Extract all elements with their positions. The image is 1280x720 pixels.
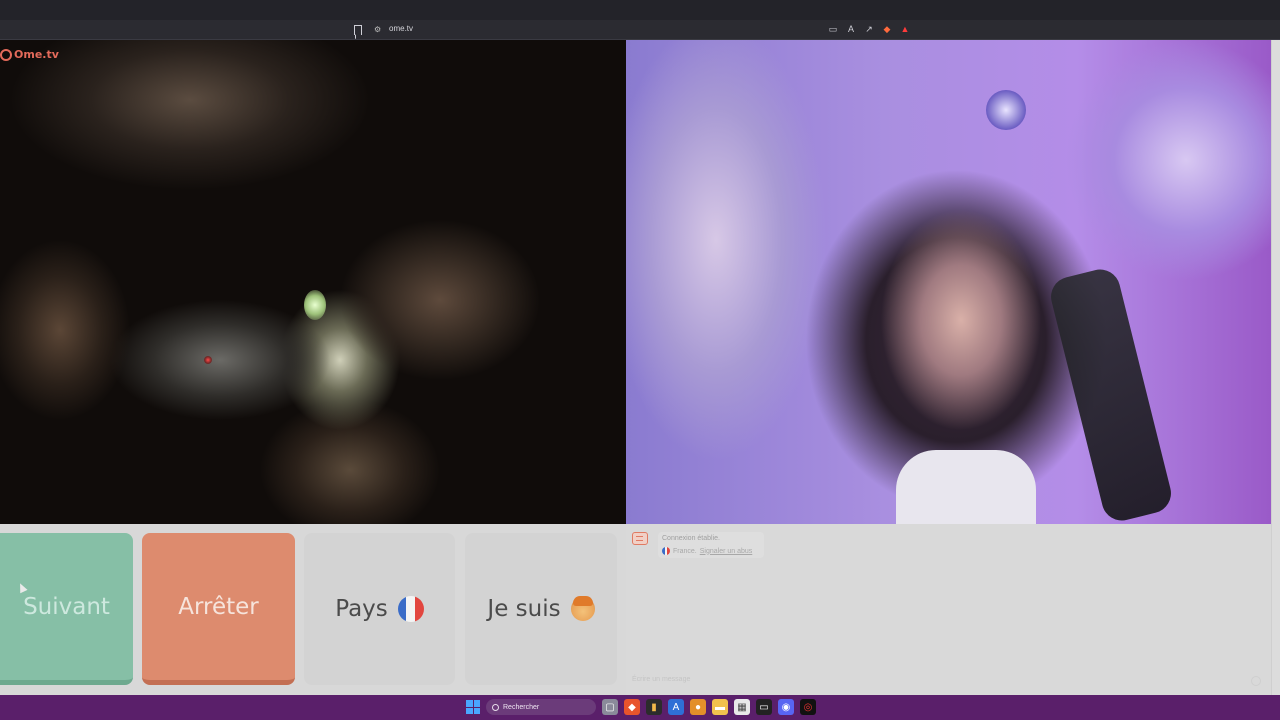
share-icon[interactable]: ↗ [864, 24, 874, 34]
logo-icon [0, 48, 12, 61]
next-button-label: Suivant [23, 593, 110, 620]
bookmark-icon[interactable] [354, 25, 362, 35]
app-icon[interactable]: ● [690, 699, 706, 715]
address-bar-actions: ▭ A ↗ ◆ ▲ [828, 24, 910, 34]
country-button[interactable]: Pays [304, 533, 455, 685]
search-icon [492, 703, 499, 711]
gender-button-label: Je suis [487, 596, 561, 622]
partner-country: France. [673, 547, 697, 555]
stop-button[interactable]: Arrêter [142, 533, 295, 685]
remote-video-light [304, 290, 326, 320]
country-button-label: Pays [335, 596, 388, 622]
system-message: Connexion établie. France. Signaler un a… [658, 532, 764, 558]
gender-button[interactable]: Je suis [465, 533, 617, 685]
windows-taskbar: Rechercher ▢ ◆ ▮ A ● ▬ ▦ ▭ ◉ ◎ [0, 695, 1280, 720]
report-abuse-link[interactable]: Signaler un abus [700, 548, 753, 555]
brave-shield-icon[interactable]: ◆ [882, 24, 892, 34]
taskbar-search[interactable]: Rechercher [486, 699, 596, 715]
next-button[interactable]: Suivant [0, 533, 133, 685]
stop-button-label: Arrêter [178, 593, 259, 620]
taskbar-search-text: Rechercher [503, 703, 540, 711]
user-avatar-icon [570, 596, 595, 621]
file-explorer-icon[interactable]: ▬ [712, 699, 728, 715]
remote-video-red-light [204, 356, 212, 364]
windows-icon[interactable] [466, 700, 480, 714]
taskbar-apps: Rechercher ▢ ◆ ▮ A ● ▬ ▦ ▭ ◉ ◎ [466, 699, 816, 715]
logo-text: Ome.tv [14, 48, 59, 61]
terminal-icon[interactable]: ▭ [756, 699, 772, 715]
browser-titlebar [0, 0, 1280, 20]
ome-tv-page: Ome.tv Suivant Arrêter Pays Je suis Conn… [0, 40, 1280, 695]
browser-address-bar[interactable]: ⚙ ome.tv ▭ A ↗ ◆ ▲ [0, 20, 1280, 40]
brave-browser-icon[interactable]: ◆ [624, 699, 640, 715]
person-shirt [896, 450, 1036, 524]
discord-icon[interactable]: ◉ [778, 699, 794, 715]
control-panel: Suivant Arrêter Pays Je suis [0, 524, 626, 695]
france-flag-icon [397, 596, 424, 622]
microphone-arm [1046, 265, 1176, 525]
send-icon[interactable] [1251, 676, 1261, 686]
obs-icon[interactable]: ◎ [800, 699, 816, 715]
notification-icon[interactable]: ▲ [900, 24, 910, 34]
local-webcam-video [626, 40, 1271, 525]
calendar-icon[interactable]: ▦ [734, 699, 750, 715]
url-text[interactable]: ome.tv [389, 24, 413, 33]
page-scrollbar[interactable] [1271, 40, 1280, 695]
france-flag-icon [662, 547, 670, 555]
site-settings-icon[interactable]: ⚙ [374, 26, 382, 34]
remote-video: Ome.tv [0, 40, 626, 524]
screen-cast-icon[interactable]: ▭ [828, 24, 838, 34]
lamp-glow [986, 90, 1026, 130]
ome-tv-logo[interactable]: Ome.tv [0, 48, 59, 61]
store-app-icon[interactable]: A [668, 699, 684, 715]
task-view-icon[interactable]: ▢ [602, 699, 618, 715]
partner-country-row: France. Signaler un abus [662, 547, 760, 555]
translate-icon[interactable]: A [846, 24, 856, 34]
connection-status: Connexion établie. [662, 535, 720, 542]
chat-message-input[interactable]: Écrire un message [632, 676, 690, 683]
chat-panel: Connexion établie. France. Signaler un a… [626, 524, 1271, 695]
chat-input-row[interactable]: Écrire un message [626, 666, 1271, 694]
chat-icon [632, 532, 648, 545]
security-app-icon[interactable]: ▮ [646, 699, 662, 715]
